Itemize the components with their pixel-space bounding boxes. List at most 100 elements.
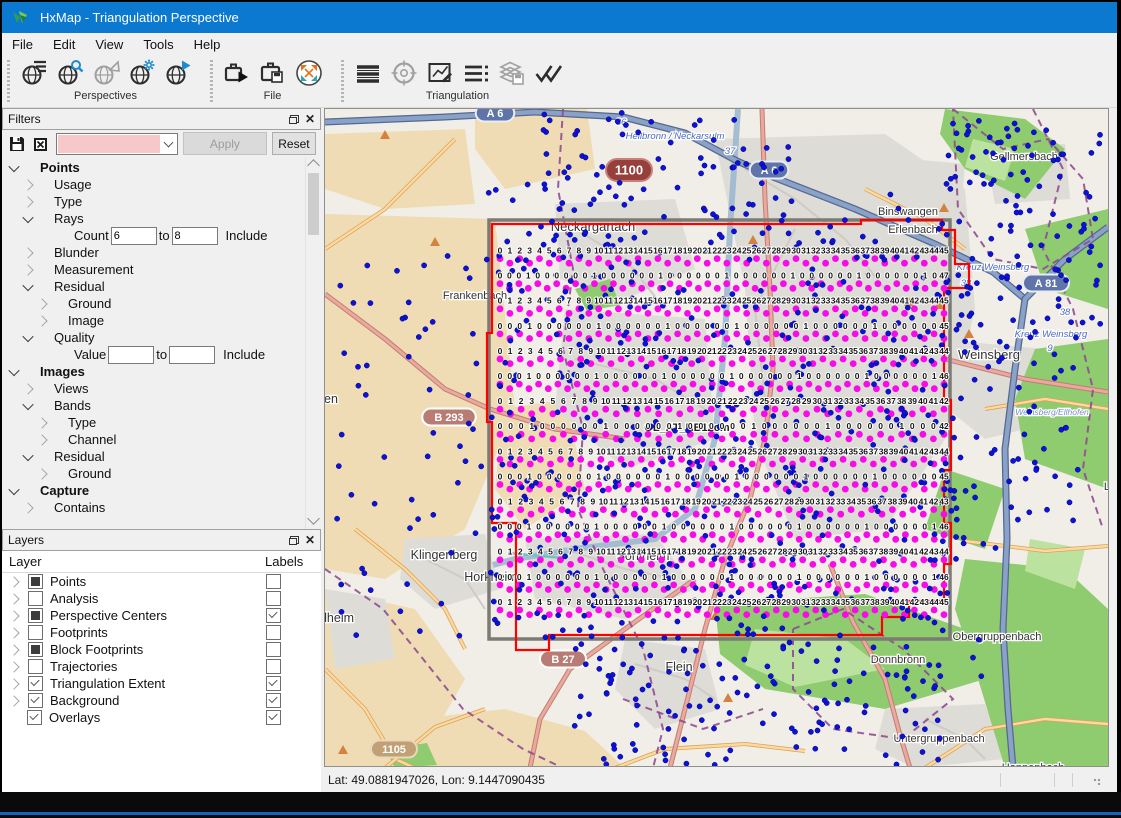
chevron-down-icon[interactable] [22,449,33,460]
filter-tree-item-views[interactable]: Views [2,380,321,397]
layer-row-footprints[interactable]: Footprints [2,624,321,641]
layer-row-triangulation-extent[interactable]: Triangulation Extent [2,675,321,692]
chevron-right-icon[interactable] [8,627,19,638]
float-panel-icon[interactable] [289,115,299,124]
menu-help[interactable]: Help [184,35,231,54]
chevron-down-icon[interactable] [22,211,33,222]
filter-tree-item-rays[interactable]: Rays [2,210,321,227]
perspective-run-button[interactable] [162,58,193,89]
chevron-right-icon[interactable] [22,247,33,258]
chevron-down-icon[interactable] [22,330,33,341]
filter-tree-item-bands[interactable]: Bands [2,397,321,414]
filters-tree-scrollbar[interactable] [305,157,321,529]
layer-visibility-checkbox[interactable] [28,676,43,691]
filter-tree-item-capture[interactable]: Capture [2,482,321,499]
map-viewport[interactable]: NeckargartachBinswangenErlenbachGellmers… [324,108,1109,767]
target-button[interactable] [388,58,419,89]
chevron-right-icon[interactable] [36,298,47,309]
chevron-right-icon[interactable] [22,179,33,190]
filter-preset-combobox[interactable] [56,133,178,155]
chevron-right-icon[interactable] [36,434,47,445]
chevron-down-icon[interactable] [8,364,19,375]
layer-labels-checkbox[interactable] [266,676,281,691]
chevron-right-icon[interactable] [8,661,19,672]
reset-button[interactable]: Reset [272,132,316,155]
verify-button[interactable] [532,58,563,89]
report-button[interactable] [460,58,491,89]
chevron-right-icon[interactable] [36,417,47,428]
layer-visibility-checkbox[interactable] [28,591,43,606]
layer-visibility-checkbox[interactable] [28,642,43,657]
layer-row-background[interactable]: Background [2,692,321,709]
filter-tree-item-type[interactable]: Type [2,193,321,210]
layer-visibility-checkbox[interactable] [28,608,43,623]
filter-range-row[interactable]: Value to Include [2,346,321,363]
layer-visibility-checkbox[interactable] [27,710,42,725]
save-filter-button[interactable] [7,133,26,155]
filter-tree-item-points[interactable]: Points [2,159,321,176]
chevron-right-icon[interactable] [8,644,19,655]
layer-labels-checkbox[interactable] [266,659,281,674]
menu-edit[interactable]: Edit [43,35,85,54]
menu-view[interactable]: View [85,35,133,54]
layer-row-analysis[interactable]: Analysis [2,590,321,607]
title-bar[interactable]: HxMap - Triangulation Perspective [2,2,1117,33]
filter-tree-item-ground[interactable]: Ground [2,465,321,482]
scroll-up-icon[interactable] [307,159,320,172]
perspective-measure-button[interactable] [90,58,121,89]
chevron-right-icon[interactable] [22,264,33,275]
chevron-right-icon[interactable] [22,383,33,394]
layer-visibility-checkbox[interactable] [28,659,43,674]
chevron-right-icon[interactable] [8,610,19,621]
chevron-down-icon[interactable] [8,160,19,171]
menu-tools[interactable]: Tools [133,35,183,54]
chevron-down-icon[interactable] [8,483,19,494]
chevron-right-icon[interactable] [8,695,19,706]
layer-row-trajectories[interactable]: Trajectories [2,658,321,675]
chevron-down-icon[interactable] [22,398,33,409]
layer-labels-checkbox[interactable] [266,625,281,640]
chevron-right-icon[interactable] [22,196,33,207]
layer-row-block-footprints[interactable]: Block Footprints [2,641,321,658]
layer-labels-checkbox[interactable] [266,642,281,657]
close-panel-icon[interactable]: ✕ [305,535,315,545]
chevron-right-icon[interactable] [8,576,19,587]
chevron-right-icon[interactable] [36,468,47,479]
filter-tree-item-measurement[interactable]: Measurement [2,261,321,278]
float-panel-icon[interactable] [289,536,299,545]
filter-tree-item-residual[interactable]: Residual [2,448,321,465]
delete-filter-button[interactable] [31,133,50,155]
filter-tree-item-image[interactable]: Image [2,312,321,329]
layer-visibility-checkbox[interactable] [28,574,43,589]
project-save-button[interactable] [257,58,288,89]
chevron-down-icon[interactable] [22,279,33,290]
layer-visibility-checkbox[interactable] [28,625,43,640]
layer-labels-checkbox[interactable] [266,693,281,708]
adjustment-button[interactable] [424,58,455,89]
chevron-right-icon[interactable] [36,315,47,326]
range-to-input[interactable] [172,227,218,245]
menu-file[interactable]: File [2,35,43,54]
scrollbar-thumb[interactable] [308,173,319,235]
layer-labels-checkbox[interactable] [266,591,281,606]
layer-labels-checkbox[interactable] [266,574,281,589]
filter-tree-item-contains[interactable]: Contains [2,499,321,516]
map-canvas[interactable]: NeckargartachBinswangenErlenbachGellmers… [325,109,1108,766]
range-from-input[interactable] [111,227,157,245]
layer-labels-checkbox[interactable] [266,608,281,623]
project-run-button[interactable] [221,58,252,89]
refresh-button[interactable] [293,58,324,89]
layer-visibility-checkbox[interactable] [28,693,43,708]
apply-button[interactable]: Apply [183,132,267,155]
filter-tree-item-usage[interactable]: Usage [2,176,321,193]
layer-row-points[interactable]: Points [2,573,321,590]
stack-save-button[interactable] [496,58,527,89]
filter-tree-item-channel[interactable]: Channel [2,431,321,448]
chevron-right-icon[interactable] [8,593,19,604]
group-drag-handle[interactable] [210,60,213,102]
strips-button[interactable] [352,58,383,89]
filter-tree-item-ground[interactable]: Ground [2,295,321,312]
layer-labels-checkbox[interactable] [266,710,281,725]
perspective-search-button[interactable] [54,58,85,89]
range-to-input[interactable] [169,346,215,364]
